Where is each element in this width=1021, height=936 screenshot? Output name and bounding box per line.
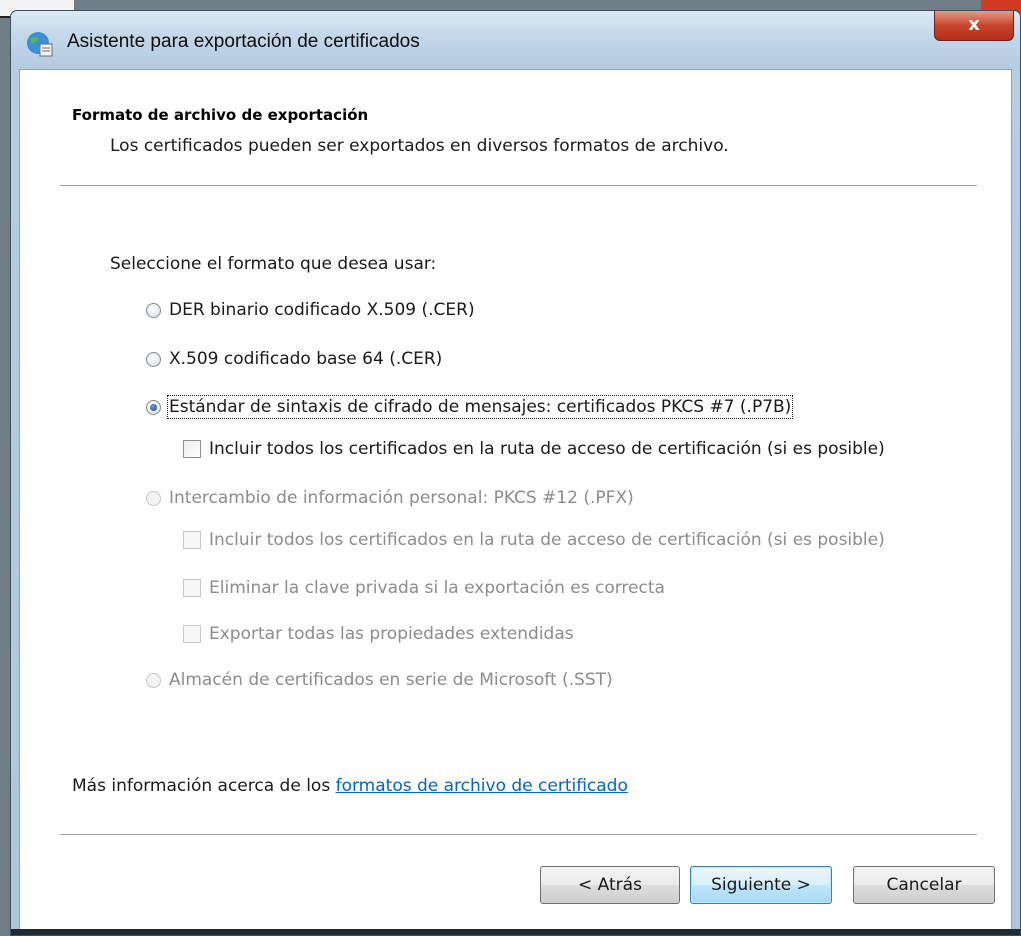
footer-separator	[60, 834, 977, 836]
radio-button-icon[interactable]	[146, 490, 161, 506]
radio-base64-cer[interactable]: X.509 codificado base 64 (.CER)	[146, 349, 442, 369]
window-title: Asistente para exportación de certificad…	[67, 31, 420, 52]
more-info: Más información acerca de los formatos d…	[72, 776, 628, 796]
radio-sst[interactable]: Almacén de certificados en serie de Micr…	[146, 670, 613, 690]
radio-pkcs7-p7b-label: Estándar de sintaxis de cifrado de mensa…	[166, 395, 794, 419]
title-bar[interactable]: Asistente para exportación de certificad…	[11, 11, 1020, 69]
page-description: Los certificados pueden ser exportados e…	[110, 136, 729, 156]
radio-button-icon[interactable]	[146, 672, 161, 688]
checkbox-pfx-export-props[interactable]: Exportar todas las propiedades extendida…	[183, 624, 574, 644]
checkbox-pfx-delete-key-label: Eliminar la clave privada si la exportac…	[209, 578, 665, 598]
radio-button-checked-icon[interactable]	[146, 399, 161, 415]
checkbox-icon[interactable]	[183, 531, 201, 549]
radio-pkcs12-pfx-label: Intercambio de información personal: PKC…	[169, 488, 634, 508]
radio-base64-cer-label: X.509 codificado base 64 (.CER)	[169, 349, 443, 369]
checkbox-pfx-delete-key[interactable]: Eliminar la clave privada si la exportac…	[183, 578, 665, 598]
back-button[interactable]: < Atrás	[540, 866, 680, 904]
cancel-button[interactable]: Cancelar	[853, 866, 995, 904]
header-separator	[60, 185, 977, 187]
radio-pkcs12-pfx[interactable]: Intercambio de información personal: PKC…	[146, 488, 634, 508]
checkbox-pfx-include-all-label: Incluir todos los certificados en la rut…	[209, 530, 885, 550]
checkbox-pfx-include-all[interactable]: Incluir todos los certificados en la rut…	[183, 530, 885, 550]
radio-der-cer[interactable]: DER binario codificado X.509 (.CER)	[146, 300, 475, 320]
more-info-text: Más información acerca de los	[72, 776, 336, 796]
radio-button-icon[interactable]	[146, 302, 161, 318]
checkbox-p7b-include-all[interactable]: Incluir todos los certificados en la rut…	[183, 439, 885, 459]
checkbox-pfx-export-props-label: Exportar todas las propiedades extendida…	[209, 624, 574, 644]
radio-der-cer-label: DER binario codificado X.509 (.CER)	[169, 300, 475, 320]
radio-button-icon[interactable]	[146, 351, 161, 367]
window-bottom-edge	[11, 929, 1020, 935]
certificate-formats-link[interactable]: formatos de archivo de certificado	[336, 776, 628, 796]
radio-sst-label: Almacén de certificados en serie de Micr…	[169, 670, 613, 690]
page-title: Formato de archivo de exportación	[72, 106, 369, 124]
checkbox-icon[interactable]	[183, 625, 201, 643]
close-icon: x	[968, 14, 980, 35]
radio-pkcs7-p7b[interactable]: Estándar de sintaxis de cifrado de mensa…	[146, 395, 794, 419]
wizard-window: Asistente para exportación de certificad…	[10, 10, 1021, 936]
checkbox-icon[interactable]	[183, 579, 201, 597]
next-button[interactable]: Siguiente >	[690, 866, 832, 904]
close-button[interactable]: x	[934, 11, 1014, 41]
checkbox-icon[interactable]	[183, 440, 201, 458]
format-prompt: Seleccione el formato que desea usar:	[110, 254, 437, 274]
wizard-content: Formato de archivo de exportación Los ce…	[19, 69, 1012, 935]
certificate-wizard-icon	[27, 32, 53, 57]
checkbox-p7b-include-all-label: Incluir todos los certificados en la rut…	[209, 439, 885, 459]
